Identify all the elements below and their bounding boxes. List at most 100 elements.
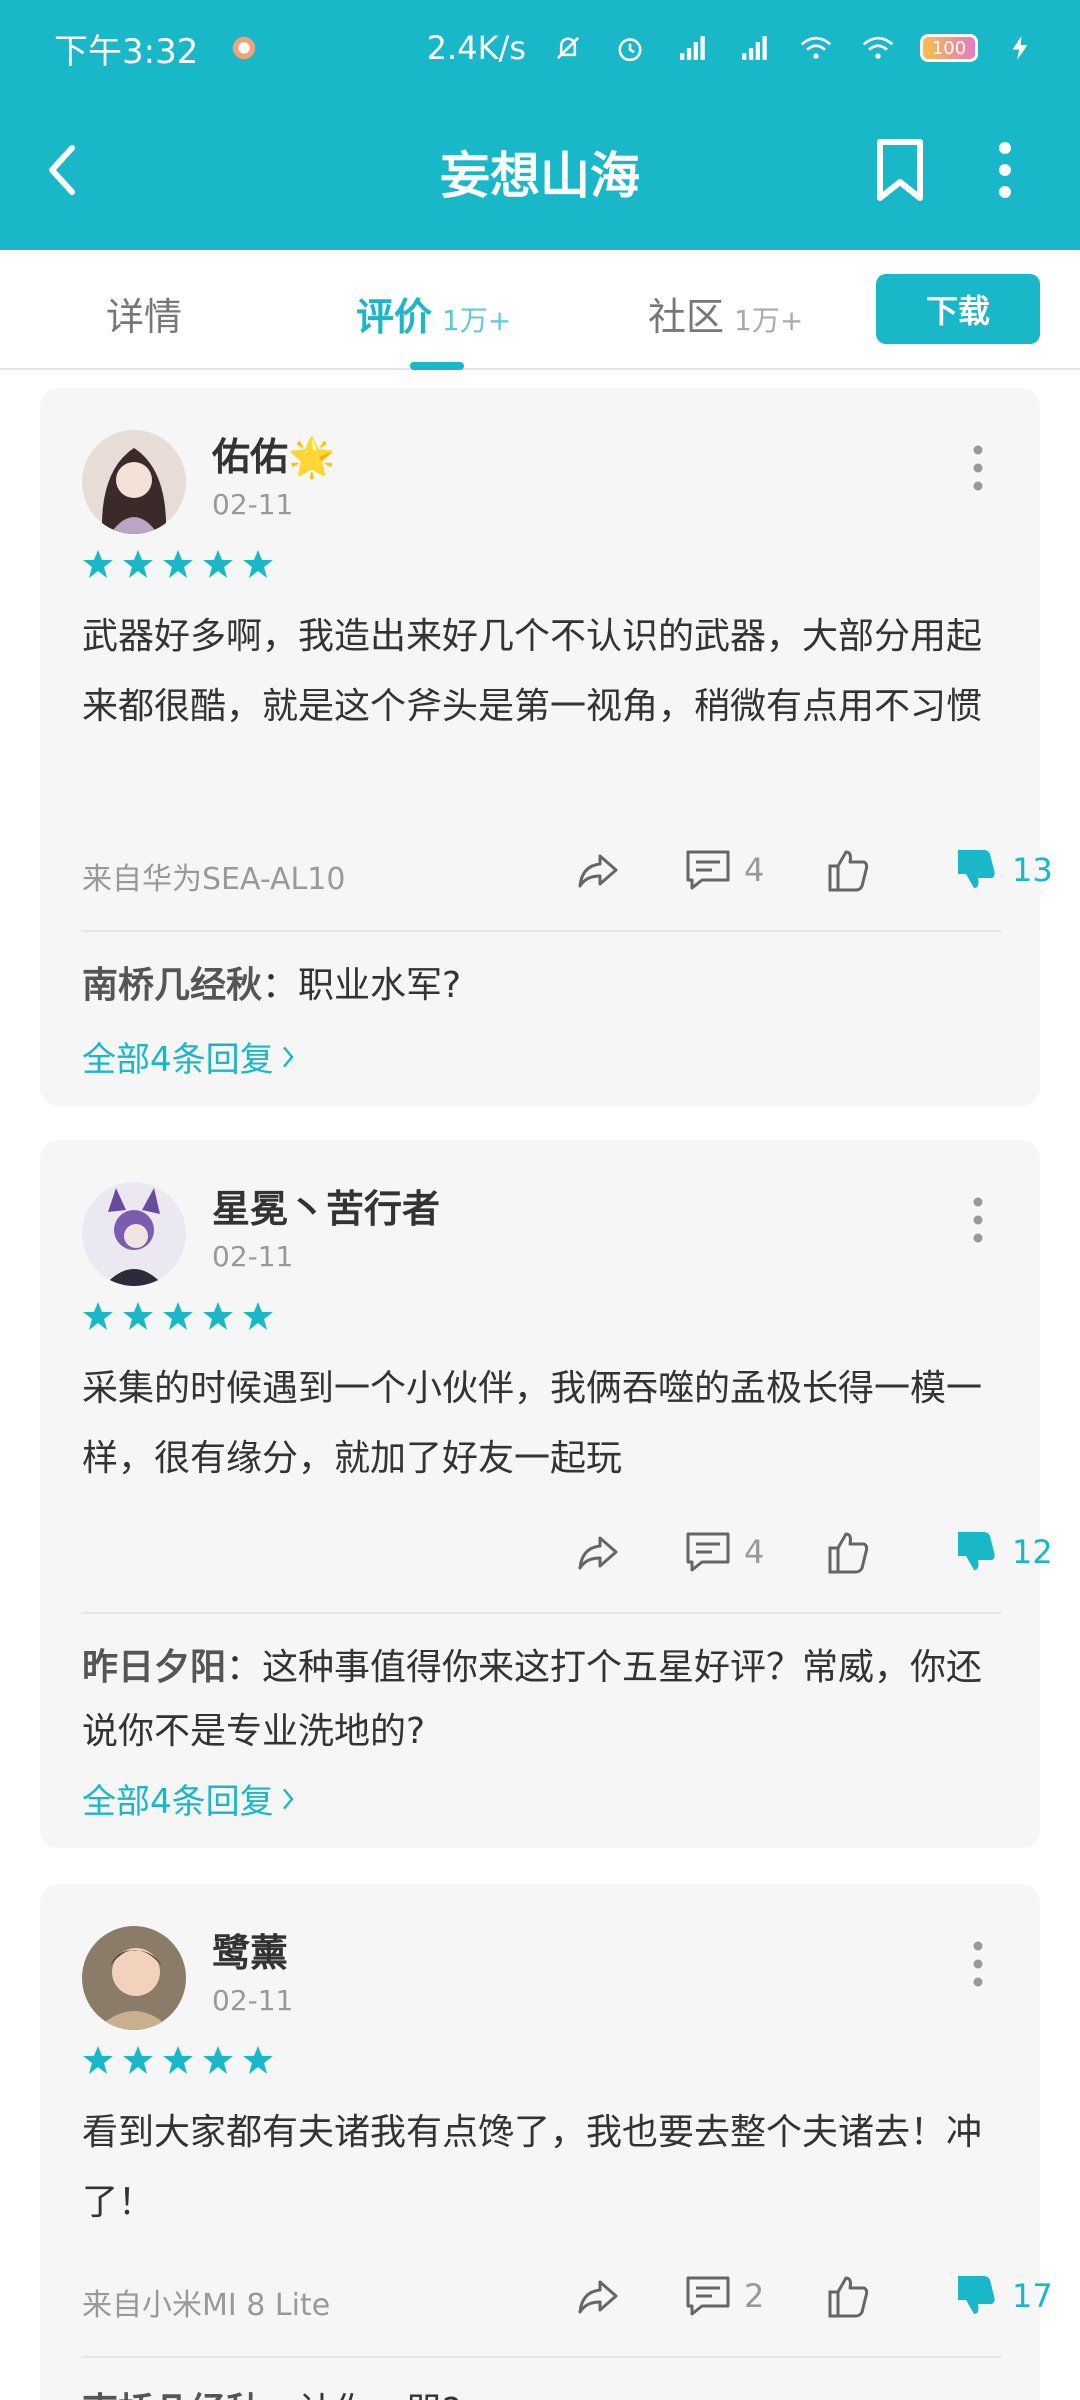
- wifi-icon: [796, 28, 836, 68]
- app-notification-icon: [224, 28, 264, 68]
- review-actions: 来自小米MI 8 Lite 2 17: [82, 2266, 1053, 2326]
- thumbs-up-icon: [828, 850, 869, 892]
- star-icon: [163, 1302, 193, 1330]
- avatar[interactable]: [82, 430, 186, 534]
- status-bar: 下午3:32 2.4K/s 100: [0, 0, 1080, 96]
- dislike-count: 13: [1012, 851, 1053, 889]
- device-label: 来自华为SEA-AL10: [82, 862, 346, 897]
- tab-count: 1万+: [734, 304, 804, 337]
- review-more-button[interactable]: [968, 1190, 988, 1250]
- battery-icon: 100: [920, 34, 978, 62]
- more-vertical-icon: [973, 1941, 983, 1987]
- comment-button[interactable]: 4: [682, 840, 764, 900]
- net-speed: 2.4K/s: [426, 29, 526, 67]
- bookmark-icon: [877, 139, 923, 201]
- star-icon: [243, 1302, 273, 1330]
- avatar[interactable]: [82, 1926, 186, 2030]
- star-icon: [83, 550, 113, 578]
- divider: [82, 930, 1002, 932]
- thumbs-up-icon: [828, 1532, 869, 1574]
- status-time: 下午3:32: [54, 31, 199, 72]
- dislike-button[interactable]: 12: [950, 1522, 1053, 1582]
- comment-button[interactable]: 4: [682, 1522, 764, 1582]
- more-options-button[interactable]: [980, 136, 1030, 204]
- reply-preview[interactable]: 昨日夕阳：这种事值得你来这打个五星好评？常威，你还说你不是专业洗地的?: [82, 1636, 1002, 1764]
- star-icon: [83, 1302, 113, 1330]
- divider: [82, 1612, 1002, 1614]
- share-button[interactable]: [572, 840, 624, 900]
- share-button[interactable]: [572, 1522, 624, 1582]
- all-replies-label: 全部4条回复: [82, 1040, 274, 1080]
- wifi-icon: [858, 28, 898, 68]
- more-vertical-icon: [973, 1197, 983, 1243]
- tab-community[interactable]: 社区 1万+: [648, 286, 803, 341]
- tab-details[interactable]: 详情: [106, 286, 182, 341]
- more-vertical-icon: [973, 445, 983, 491]
- reply-preview[interactable]: 南桥几经秋：计你一哭?: [82, 2380, 1002, 2400]
- signal-icon: [734, 28, 774, 68]
- divider: [82, 2356, 1002, 2358]
- avatar[interactable]: [82, 1182, 186, 1286]
- review-username[interactable]: 鹭薰: [212, 1922, 288, 1977]
- reply-preview[interactable]: 南桥几经秋：职业水军?: [82, 954, 1002, 1018]
- review-date: 02-11: [212, 488, 294, 521]
- review-more-button[interactable]: [968, 438, 988, 498]
- comment-icon: [686, 850, 730, 890]
- comment-button[interactable]: 2: [682, 2266, 764, 2326]
- review-more-button[interactable]: [968, 1934, 988, 1994]
- all-replies-link[interactable]: 全部4条回复: [82, 1032, 296, 1081]
- chevron-right-icon: [282, 1046, 294, 1067]
- rating-stars: [82, 2044, 274, 2076]
- share-icon: [578, 2280, 618, 2314]
- review-date: 02-11: [212, 1984, 294, 2017]
- dislike-count: 12: [1012, 1533, 1053, 1571]
- comment-icon: [686, 1532, 730, 1572]
- download-button[interactable]: 下载: [876, 274, 1040, 344]
- review-text[interactable]: 采集的时候遇到一个小伙伴，我俩吞噬的孟极长得一模一样，很有缘分，就加了好友一起玩: [82, 1354, 1002, 1494]
- review-card: 星冕丶苦行者 02-11 采集的时候遇到一个小伙伴，我俩吞噬的孟极长得一模一样，…: [40, 1140, 1053, 1848]
- share-button[interactable]: [572, 2266, 624, 2326]
- star-icon: [243, 550, 273, 578]
- device-label: 来自小米MI 8 Lite: [82, 2288, 331, 2323]
- like-button[interactable]: [822, 1522, 874, 1582]
- review-username[interactable]: 星冕丶苦行者: [212, 1178, 440, 1233]
- tab-count: 1万+: [442, 304, 512, 337]
- tab-bar: 详情 评价 1万+ 社区 1万+ 下载: [0, 250, 1080, 370]
- reply-text: ：计你一哭?: [262, 2391, 461, 2400]
- share-icon: [578, 1536, 618, 1570]
- review-text[interactable]: 看到大家都有夫诸我有点馋了，我也要去整个夫诸去！冲了！: [82, 2098, 1002, 2238]
- star-icon: [163, 550, 193, 578]
- reply-text: ：职业水军?: [262, 965, 462, 1006]
- thumbs-up-icon: [828, 2276, 869, 2318]
- star-icon: [203, 550, 233, 578]
- review-username[interactable]: 佑佑🌟: [212, 426, 335, 481]
- thumbs-down-icon: [958, 2276, 995, 2314]
- thumbs-down-icon: [958, 1532, 995, 1570]
- star-icon: [203, 1302, 233, 1330]
- tab-label: 详情: [106, 295, 183, 339]
- like-button[interactable]: [822, 840, 874, 900]
- reviews-list[interactable]: 佑佑🌟 02-11 武器好多啊，我造出来好几个不认识的武器，大部分用起来都很酷，…: [0, 372, 1080, 2400]
- rating-stars: [82, 1300, 274, 1332]
- bookmark-button[interactable]: [870, 136, 930, 204]
- username-text: 佑佑: [212, 435, 289, 479]
- dislike-button[interactable]: 13: [950, 840, 1053, 900]
- star-icon: [123, 1302, 153, 1330]
- thumbs-down-icon: [958, 850, 995, 888]
- all-replies-link[interactable]: 全部4条回复: [82, 1774, 296, 1823]
- star-icon: [123, 2046, 153, 2074]
- review-card: 鹭薰 02-11 看到大家都有夫诸我有点馋了，我也要去整个夫诸去！冲了！ 来自小…: [40, 1884, 1053, 2400]
- dislike-button[interactable]: 17: [950, 2266, 1053, 2326]
- review-text[interactable]: 武器好多啊，我造出来好几个不认识的武器，大部分用起来都很酷，就是这个斧头是第一视…: [82, 602, 1002, 742]
- chevron-right-icon: [282, 1788, 294, 1809]
- star-icon: [243, 2046, 273, 2074]
- tab-reviews[interactable]: 评价 1万+: [356, 286, 511, 341]
- app-header: 妄想山海: [0, 96, 1080, 250]
- reply-username: 南桥几经秋: [82, 965, 263, 1006]
- share-icon: [578, 854, 618, 888]
- review-date: 02-11: [212, 1240, 294, 1273]
- like-button[interactable]: [822, 2266, 874, 2326]
- tab-label: 社区: [648, 295, 725, 339]
- active-tab-indicator: [410, 362, 464, 370]
- charging-icon: [1000, 28, 1040, 68]
